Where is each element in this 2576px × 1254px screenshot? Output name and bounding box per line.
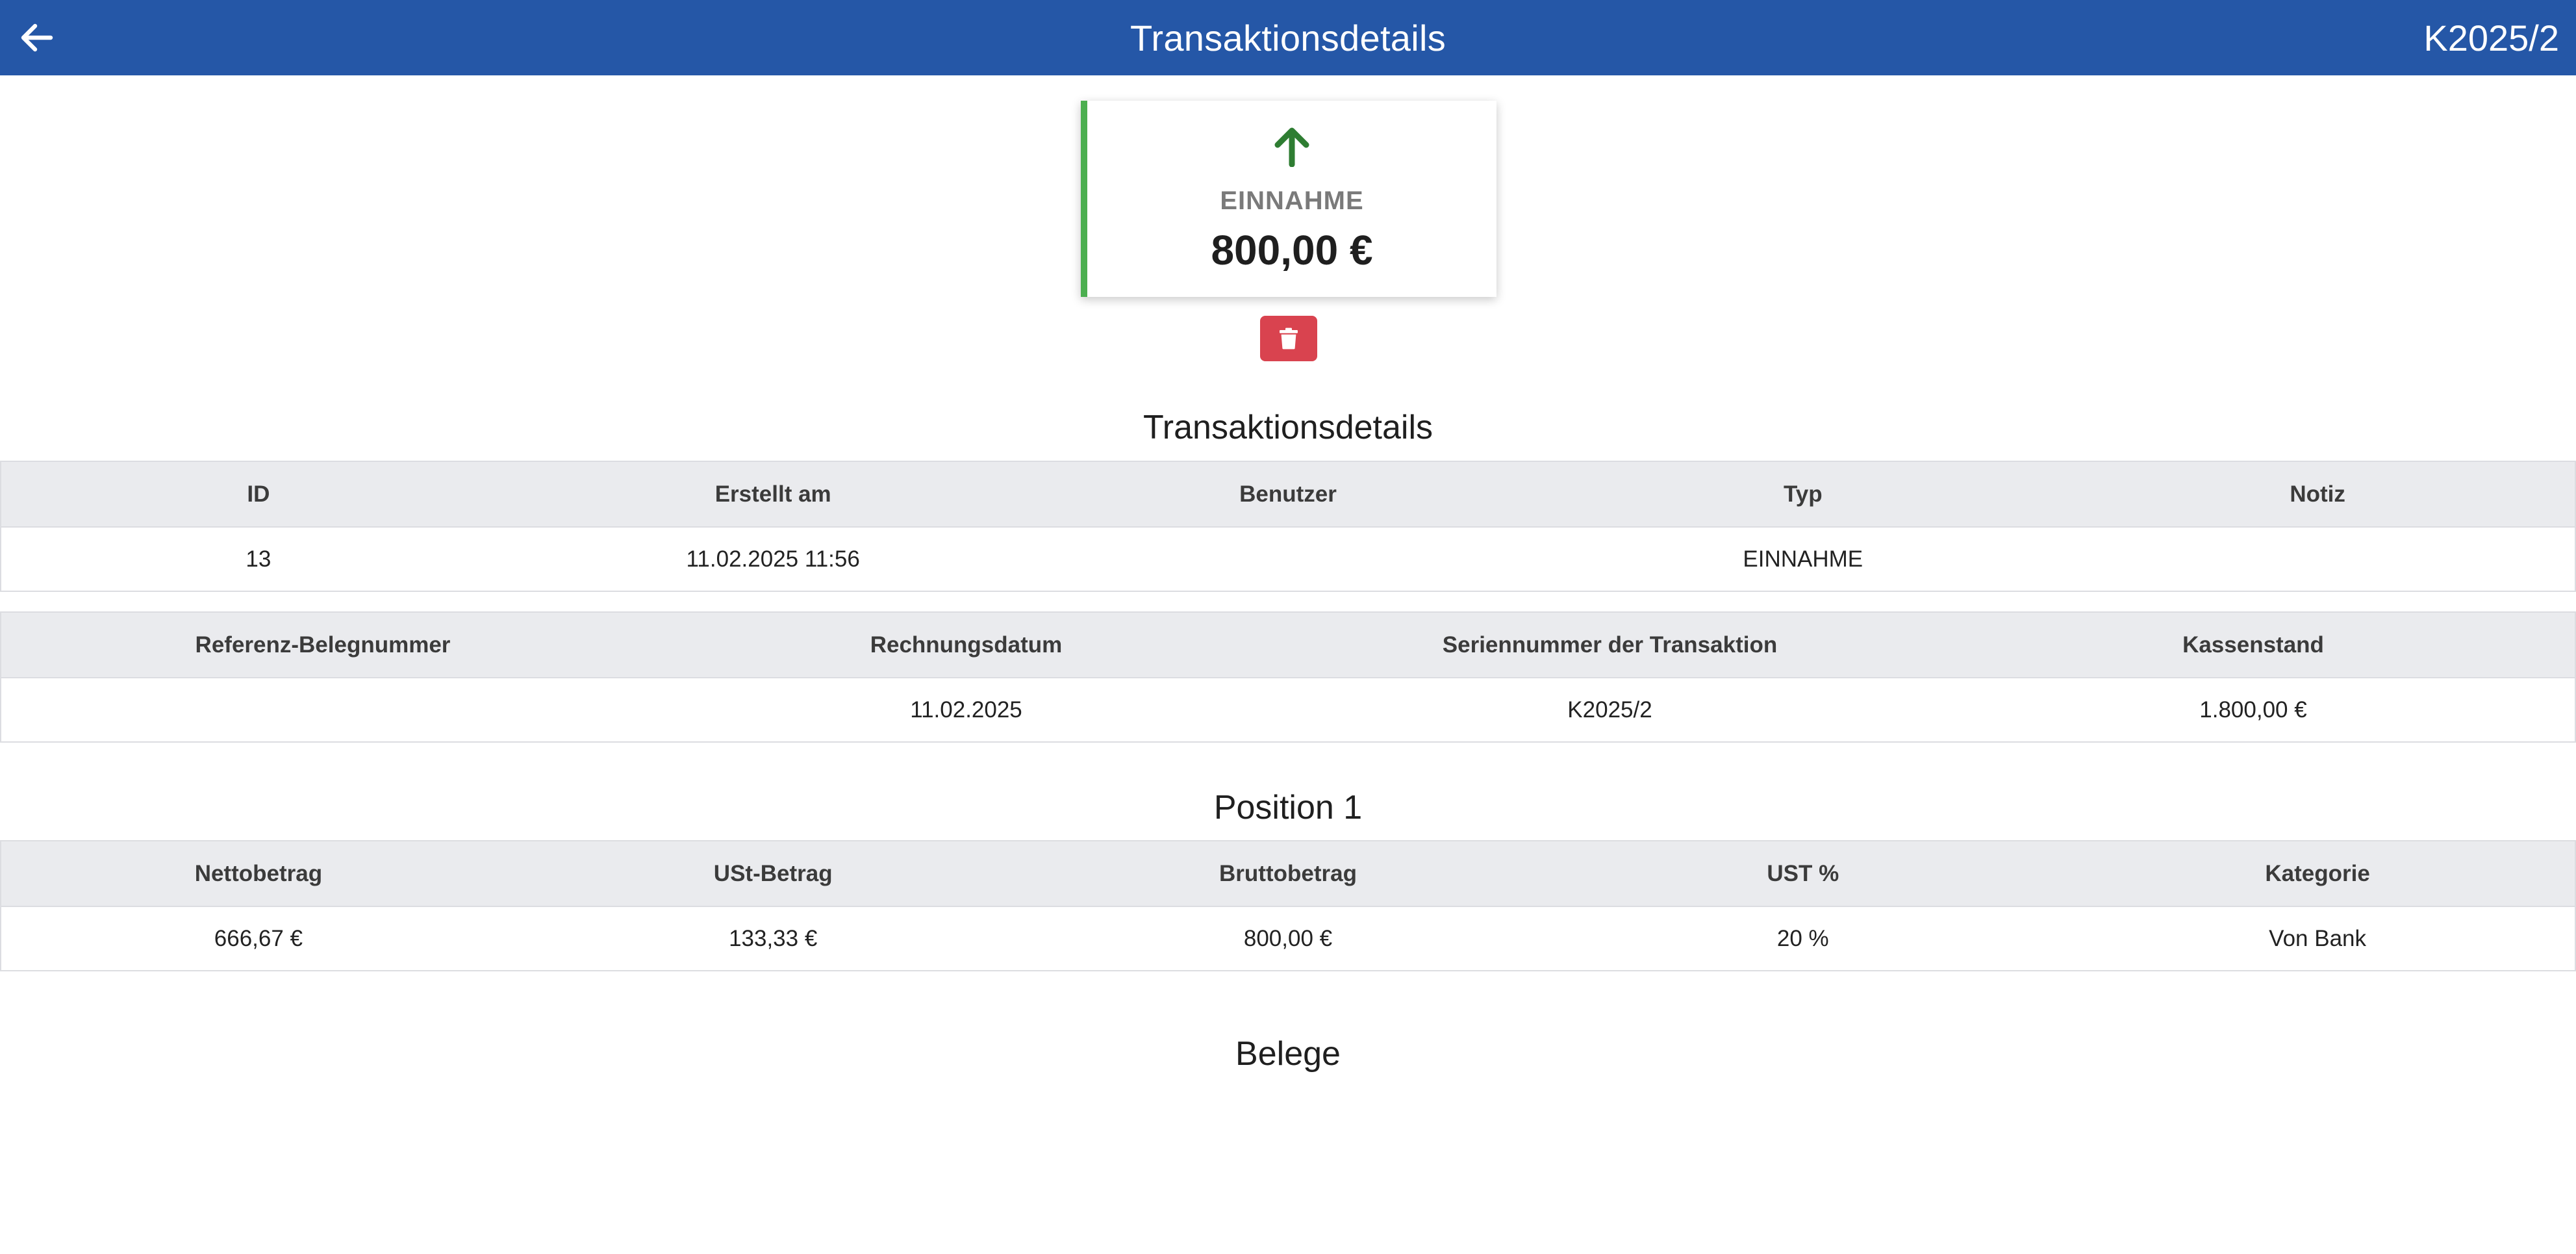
column-header-type: Typ [1545, 461, 2061, 528]
app-bar: Transaktionsdetails K2025/2 [0, 0, 2576, 75]
cell-id: 13 [0, 527, 516, 592]
cell-gross-amount: 800,00 € [1030, 906, 1546, 971]
details-table-general: ID Erstellt am Benutzer Typ Notiz 13 11.… [0, 461, 2576, 592]
table-header-row: Referenz-Belegnummer Rechnungsdatum Seri… [0, 611, 2576, 678]
column-header-id: ID [0, 461, 516, 528]
receipts-section-title: Belege [1235, 1035, 1341, 1073]
cell-vat-amount: 133,33 € [515, 906, 1031, 971]
column-header-vat-percent: UST % [1545, 840, 2061, 907]
page-title: Transaktionsdetails [1130, 17, 1446, 58]
cell-note [2060, 527, 2576, 592]
details-section-title: Transaktionsdetails [1143, 409, 1433, 446]
column-header-reference-number: Referenz-Belegnummer [0, 611, 644, 678]
transaction-details-page: Transaktionsdetails K2025/2 EINNAHME 800… [0, 0, 2576, 1254]
delete-button[interactable] [1260, 316, 1317, 361]
column-header-created-at: Erstellt am [515, 461, 1031, 528]
column-header-invoice-date: Rechnungsdatum [644, 611, 1288, 678]
column-header-gross-amount: Bruttobetrag [1030, 840, 1546, 907]
table-header-row: Nettobetrag USt-Betrag Bruttobetrag UST … [0, 840, 2576, 907]
column-header-vat-amount: USt-Betrag [515, 840, 1031, 907]
cell-type: EINNAHME [1545, 527, 2061, 592]
cell-vat-percent: 20 % [1545, 906, 2061, 971]
arrow-up-icon [1274, 127, 1309, 167]
table-header-row: ID Erstellt am Benutzer Typ Notiz [0, 461, 2576, 528]
column-header-category: Kategorie [2060, 840, 2576, 907]
cell-user [1030, 527, 1546, 592]
table-row: 11.02.2025 K2025/2 1.800,00 € [0, 678, 2576, 743]
cell-reference-number [0, 678, 644, 743]
cell-cash-balance: 1.800,00 € [1932, 678, 2576, 743]
cell-invoice-date: 11.02.2025 [644, 678, 1288, 743]
transaction-summary-card: EINNAHME 800,00 € [1081, 101, 1496, 297]
table-row: 666,67 € 133,33 € 800,00 € 20 % Von Bank [0, 906, 2576, 971]
column-header-user: Benutzer [1030, 461, 1546, 528]
trash-icon [1280, 327, 1298, 350]
cell-created-at: 11.02.2025 11:56 [515, 527, 1031, 592]
cell-serial-number: K2025/2 [1288, 678, 1932, 743]
column-header-net-amount: Nettobetrag [0, 840, 516, 907]
cell-category: Von Bank [2060, 906, 2576, 971]
position-table: Nettobetrag USt-Betrag Bruttobetrag UST … [0, 840, 2576, 971]
transaction-reference: K2025/2 [2423, 17, 2559, 58]
position-section-title: Position 1 [1213, 789, 1363, 826]
column-header-cash-balance: Kassenstand [1932, 611, 2576, 678]
transaction-type-label: EINNAHME [1220, 186, 1364, 215]
column-header-serial-number: Seriennummer der Transaktion [1288, 611, 1932, 678]
details-table-reference: Referenz-Belegnummer Rechnungsdatum Seri… [0, 611, 2576, 743]
column-header-note: Notiz [2060, 461, 2576, 528]
cell-net-amount: 666,67 € [0, 906, 516, 971]
transaction-amount: 800,00 € [1211, 227, 1373, 274]
table-row: 13 11.02.2025 11:56 EINNAHME [0, 527, 2576, 592]
